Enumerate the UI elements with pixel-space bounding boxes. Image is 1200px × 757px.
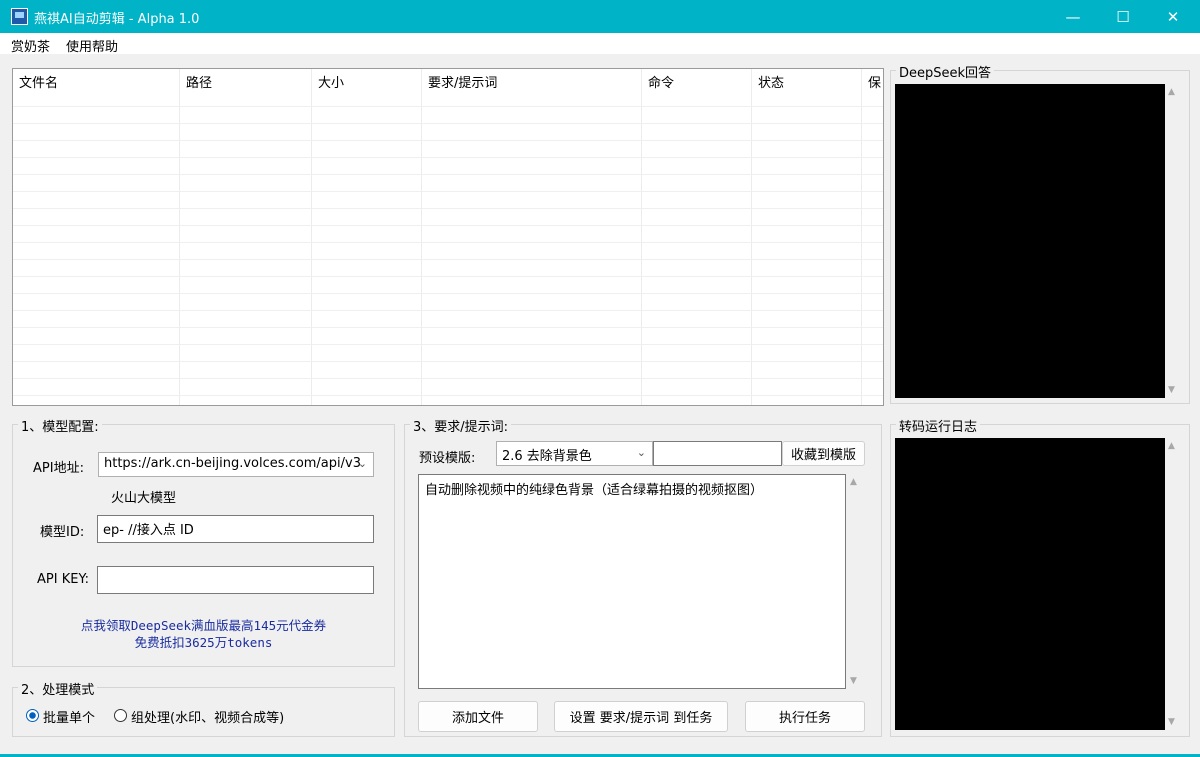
preset-name-input[interactable] xyxy=(653,441,782,466)
add-file-button[interactable]: 添加文件 xyxy=(418,701,538,732)
radio-group-process[interactable] xyxy=(114,709,127,722)
deepseek-panel-title: DeepSeek回答 xyxy=(896,62,995,81)
column-header-path[interactable]: 路径 xyxy=(186,72,212,91)
preset-template-label: 预设模版: xyxy=(419,451,476,466)
row-divider xyxy=(13,293,883,294)
column-size: 大小 xyxy=(312,69,422,405)
radio-batch-single-label[interactable]: 批量单个 xyxy=(43,707,95,726)
chevron-down-icon: ⌄ xyxy=(636,446,646,459)
row-divider xyxy=(13,378,883,379)
prompt-scrollbar[interactable]: ▲ ▼ xyxy=(847,474,864,689)
column-filename: 文件名 xyxy=(13,69,180,405)
column-command: 命令 xyxy=(642,69,752,405)
preset-template-select[interactable]: 2.6 去除背景色 ⌄ xyxy=(496,441,653,466)
row-divider xyxy=(13,208,883,209)
menu-bar: 赏奶茶 使用帮助 xyxy=(0,33,1200,55)
prompt-textarea[interactable]: 自动删除视频中的纯绿色背景（适合绿幕拍摄的视频抠图） xyxy=(418,474,846,689)
row-divider xyxy=(13,191,883,192)
row-divider xyxy=(13,344,883,345)
file-table[interactable]: 文件名 路径 大小 要求/提示词 命令 状态 保 xyxy=(12,68,884,406)
row-divider xyxy=(13,310,883,311)
column-status: 状态 xyxy=(752,69,862,405)
row-divider xyxy=(13,395,883,396)
row-divider xyxy=(13,106,883,107)
promo-link-line2[interactable]: 免费抵扣3625万tokens xyxy=(12,632,395,651)
row-divider xyxy=(13,327,883,328)
row-divider xyxy=(13,259,883,260)
row-divider xyxy=(13,242,883,243)
close-button[interactable]: ✕ xyxy=(1148,0,1198,33)
api-url-label: API地址: xyxy=(33,461,84,476)
column-path: 路径 xyxy=(180,69,312,405)
scroll-up-icon[interactable]: ▲ xyxy=(1168,87,1175,97)
set-prompt-button[interactable]: 设置 要求/提示词 到任务 xyxy=(554,701,728,732)
row-divider xyxy=(13,225,883,226)
scroll-down-icon[interactable]: ▼ xyxy=(850,676,857,686)
api-key-input[interactable] xyxy=(97,566,374,594)
minimize-button[interactable]: — xyxy=(1048,0,1098,33)
model-id-input[interactable]: ep- //接入点 ID xyxy=(97,515,374,543)
process-mode-title: 2、处理模式 xyxy=(18,679,98,698)
column-header-command[interactable]: 命令 xyxy=(648,72,674,91)
column-header-size[interactable]: 大小 xyxy=(318,72,344,91)
app-icon xyxy=(11,8,28,25)
log-panel-title: 转码运行日志 xyxy=(896,416,981,435)
log-scrollbar[interactable]: ▲ ▼ xyxy=(1165,438,1182,730)
save-template-button[interactable]: 收藏到模版 xyxy=(782,441,865,466)
chevron-down-icon: ⌄ xyxy=(357,457,367,470)
column-save: 保 xyxy=(862,69,883,405)
model-id-label: 模型ID: xyxy=(40,525,85,540)
column-header-status[interactable]: 状态 xyxy=(758,72,784,91)
scroll-down-icon[interactable]: ▼ xyxy=(1168,385,1175,395)
row-divider xyxy=(13,157,883,158)
deepseek-scrollbar[interactable]: ▲ ▼ xyxy=(1165,84,1182,398)
maximize-button[interactable]: ☐ xyxy=(1098,0,1148,33)
api-key-label: API KEY: xyxy=(37,572,90,587)
row-divider xyxy=(13,140,883,141)
log-output[interactable] xyxy=(895,438,1165,730)
preset-template-value: 2.6 去除背景色 xyxy=(502,449,592,464)
scroll-up-icon[interactable]: ▲ xyxy=(850,477,857,487)
column-header-filename[interactable]: 文件名 xyxy=(19,72,58,91)
row-divider xyxy=(13,123,883,124)
deepseek-output[interactable] xyxy=(895,84,1165,398)
prompt-group-title: 3、要求/提示词: xyxy=(410,416,512,435)
model-config-title: 1、模型配置: xyxy=(18,416,102,435)
scroll-up-icon[interactable]: ▲ xyxy=(1168,441,1175,451)
column-header-prompt[interactable]: 要求/提示词 xyxy=(428,72,497,91)
radio-group-process-label[interactable]: 组处理(水印、视频合成等) xyxy=(131,707,284,726)
row-divider xyxy=(13,276,883,277)
menu-tip-tea[interactable]: 赏奶茶 xyxy=(11,36,50,55)
run-task-button[interactable]: 执行任务 xyxy=(745,701,865,732)
prompt-text: 自动删除视频中的纯绿色背景（适合绿幕拍摄的视频抠图） xyxy=(425,483,764,498)
api-url-value: https://ark.cn-beijing.volces.com/api/v3 xyxy=(104,456,361,471)
column-header-save[interactable]: 保 xyxy=(868,72,882,91)
provider-label: 火山大模型 xyxy=(111,491,177,506)
scroll-down-icon[interactable]: ▼ xyxy=(1168,717,1175,727)
window-title: 燕祺AI自动剪辑 - Alpha 1.0 xyxy=(34,12,200,27)
column-prompt: 要求/提示词 xyxy=(422,69,642,405)
row-divider xyxy=(13,174,883,175)
menu-help[interactable]: 使用帮助 xyxy=(66,36,118,55)
title-bar[interactable]: 燕祺AI自动剪辑 - Alpha 1.0 — ☐ ✕ xyxy=(0,0,1200,33)
api-url-select[interactable]: https://ark.cn-beijing.volces.com/api/v3… xyxy=(98,452,374,477)
radio-batch-single[interactable] xyxy=(26,709,39,722)
row-divider xyxy=(13,361,883,362)
